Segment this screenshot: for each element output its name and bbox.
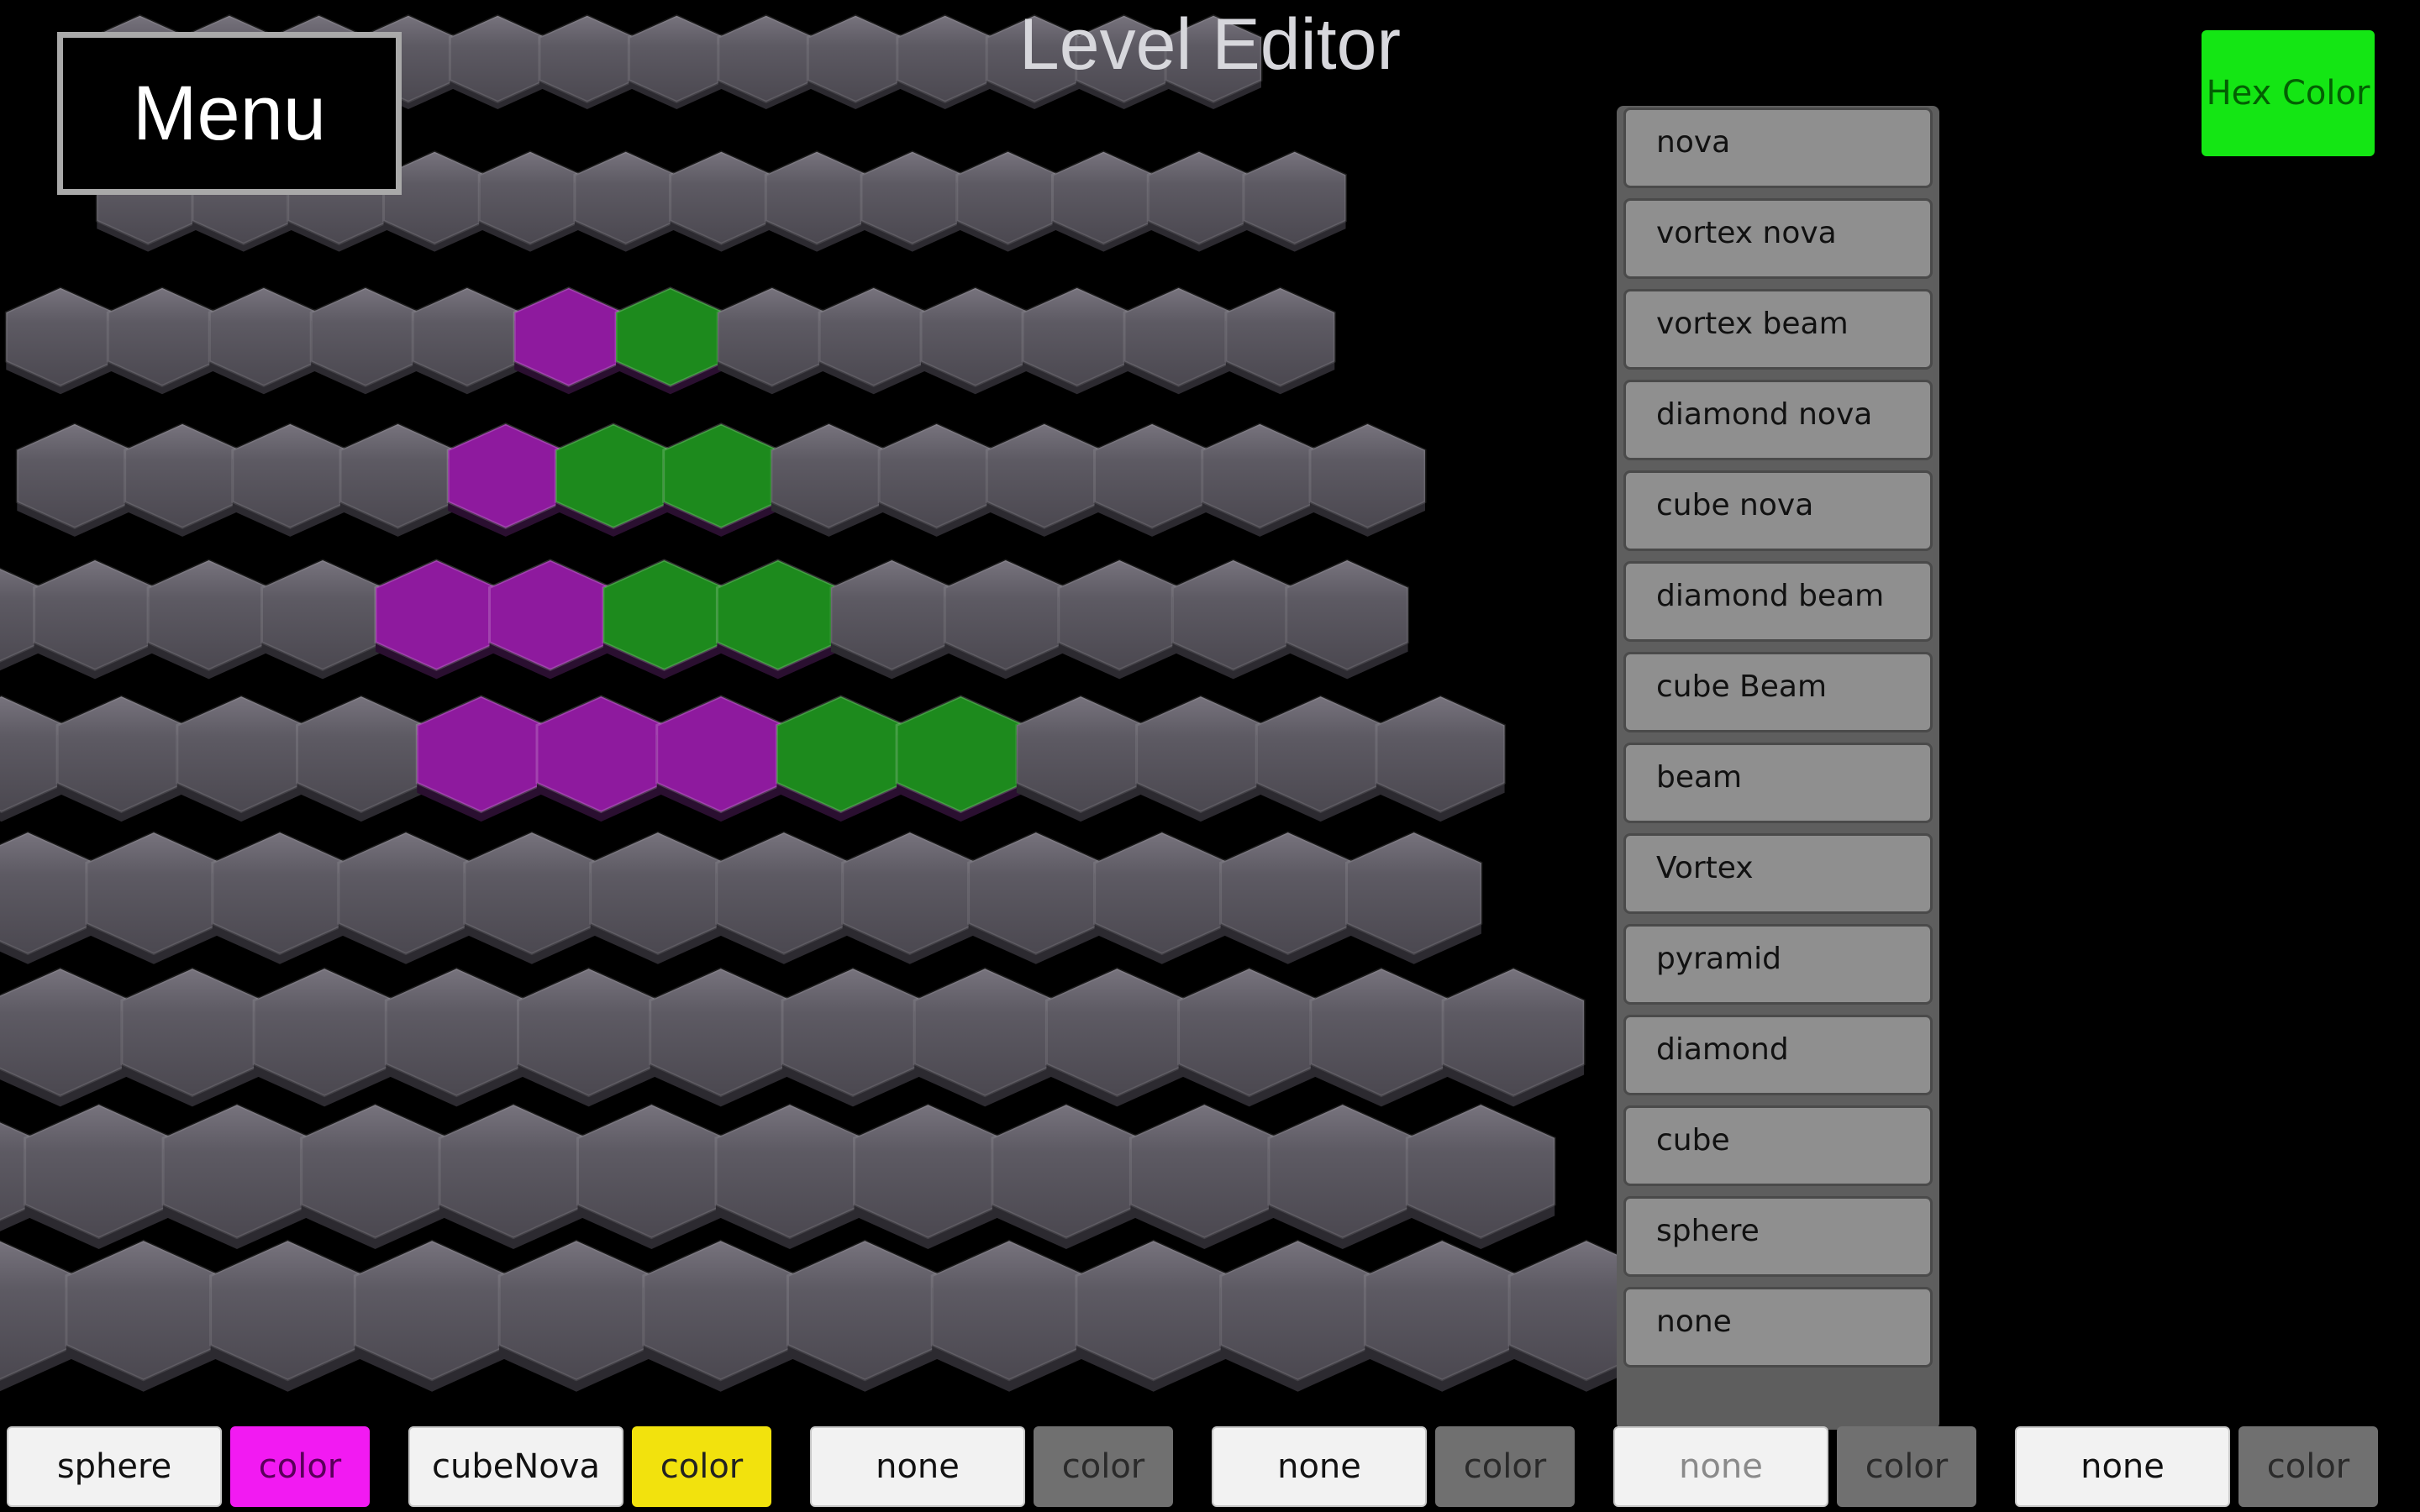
slot-3-color-button[interactable]: color xyxy=(1034,1426,1173,1507)
slot-1-shape-button[interactable]: sphere xyxy=(7,1426,222,1507)
hex-board[interactable] xyxy=(0,0,2420,1512)
shape-option[interactable]: vortex nova xyxy=(1623,198,1933,279)
shape-option[interactable]: pyramid xyxy=(1623,924,1933,1005)
slot-6-shape-button[interactable]: none xyxy=(2015,1426,2230,1507)
shape-option[interactable]: cube xyxy=(1623,1105,1933,1186)
shape-option[interactable]: diamond nova xyxy=(1623,380,1933,460)
shape-option[interactable]: diamond beam xyxy=(1623,561,1933,642)
slot-5-shape-button[interactable]: none xyxy=(1613,1426,1828,1507)
shape-option[interactable]: Vortex xyxy=(1623,833,1933,914)
slot-6-color-button[interactable]: color xyxy=(2238,1426,2378,1507)
shape-option[interactable]: none xyxy=(1623,1287,1933,1368)
shape-option[interactable]: cube nova xyxy=(1623,470,1933,551)
shape-option[interactable]: cube Beam xyxy=(1623,652,1933,732)
hex-color-button[interactable]: Hex Color xyxy=(2202,30,2375,156)
shape-option[interactable]: vortex beam xyxy=(1623,289,1933,370)
slot-5-color-button[interactable]: color xyxy=(1837,1426,1976,1507)
slot-2-shape-button[interactable]: cubeNova xyxy=(408,1426,623,1507)
menu-button[interactable]: Menu xyxy=(57,32,402,195)
slot-1-color-button[interactable]: color xyxy=(230,1426,370,1507)
slot-4-shape-button[interactable]: none xyxy=(1212,1426,1427,1507)
slot-4-color-button[interactable]: color xyxy=(1435,1426,1575,1507)
shape-dropdown: nova vortex nova vortex beam diamond nov… xyxy=(1617,106,1939,1430)
slot-3-shape-button[interactable]: none xyxy=(810,1426,1025,1507)
shape-option[interactable]: diamond xyxy=(1623,1015,1933,1095)
shape-option[interactable]: sphere xyxy=(1623,1196,1933,1277)
shape-option[interactable]: nova xyxy=(1623,108,1933,188)
shape-option[interactable]: beam xyxy=(1623,743,1933,823)
slot-2-color-button[interactable]: color xyxy=(632,1426,771,1507)
